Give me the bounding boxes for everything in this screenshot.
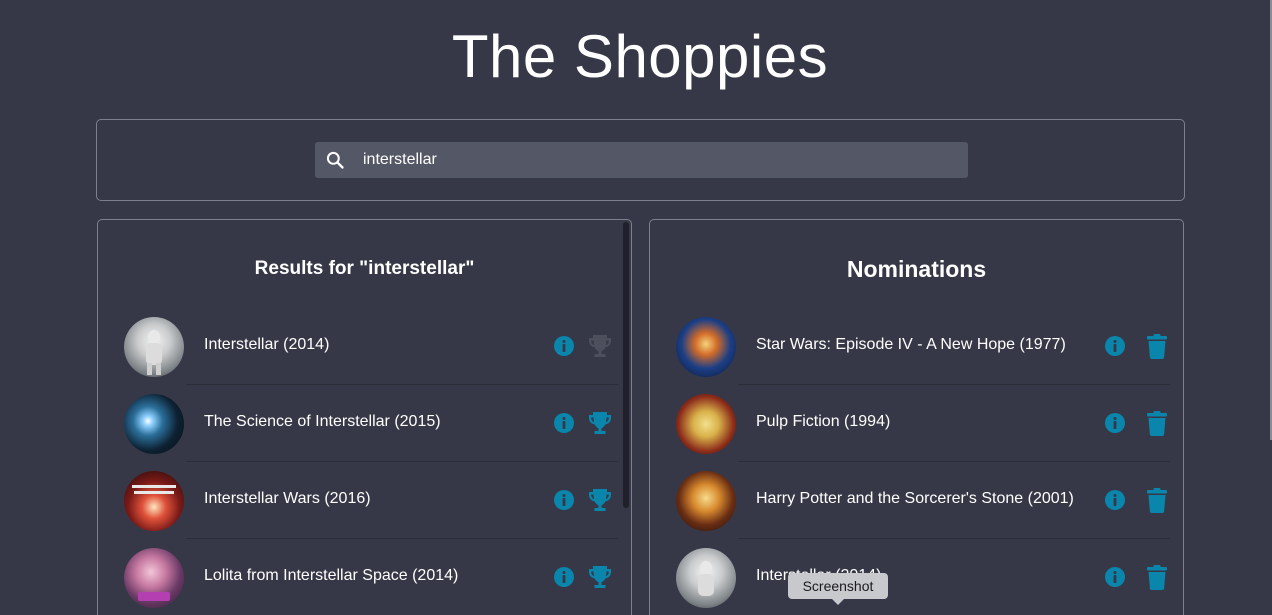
search-card xyxy=(96,119,1185,201)
nomination-title: Harry Potter and the Sorcerer's Stone (2… xyxy=(756,490,1074,507)
movie-poster xyxy=(676,548,736,608)
nomination-row: Star Wars: Episode IV - A New Hope (1977… xyxy=(650,308,1170,385)
nomination-title: Star Wars: Episode IV - A New Hope (1977… xyxy=(756,336,1066,353)
nominate-trophy-icon-disabled[interactable] xyxy=(586,332,614,360)
result-title: The Science of Interstellar (2015) xyxy=(204,413,441,430)
search-input[interactable] xyxy=(363,142,953,178)
info-icon[interactable] xyxy=(553,412,575,434)
info-icon[interactable] xyxy=(1104,335,1126,357)
result-row: The Science of Interstellar (2015) xyxy=(98,385,618,462)
nomination-title: Pulp Fiction (1994) xyxy=(756,413,891,430)
trash-icon[interactable] xyxy=(1143,563,1171,591)
tooltip-text: Screenshot xyxy=(802,578,874,594)
movie-poster xyxy=(124,317,184,377)
result-title: Interstellar (2014) xyxy=(204,336,330,353)
tooltip-arrow xyxy=(832,599,844,605)
trash-icon[interactable] xyxy=(1143,332,1171,360)
app-title: The Shoppies xyxy=(451,23,829,90)
screenshot-tooltip: Screenshot xyxy=(788,573,888,605)
info-icon[interactable] xyxy=(1104,489,1126,511)
results-title: Results for "interstellar" xyxy=(254,258,475,279)
search-bar[interactable] xyxy=(315,142,968,178)
trash-icon[interactable] xyxy=(1143,409,1171,437)
info-icon[interactable] xyxy=(1104,566,1126,588)
info-icon[interactable] xyxy=(553,566,575,588)
result-row: Interstellar Wars (2016) xyxy=(98,462,618,539)
nomination-row: Harry Potter and the Sorcerer's Stone (2… xyxy=(650,462,1170,539)
search-icon xyxy=(325,150,345,170)
info-icon[interactable] xyxy=(553,335,575,357)
nominate-trophy-icon[interactable] xyxy=(586,409,614,437)
result-row: Lolita from Interstellar Space (2014) xyxy=(98,539,618,615)
nominate-trophy-icon[interactable] xyxy=(586,486,614,514)
info-icon[interactable] xyxy=(553,489,575,511)
result-title: Lolita from Interstellar Space (2014) xyxy=(204,567,459,584)
nomination-row: Interstellar (2014) xyxy=(650,539,1170,615)
movie-poster xyxy=(676,317,736,377)
movie-poster xyxy=(124,394,184,454)
result-row: Interstellar (2014) xyxy=(98,308,618,385)
result-title: Interstellar Wars (2016) xyxy=(204,490,371,507)
nominations-title: Nominations xyxy=(846,256,987,282)
trash-icon[interactable] xyxy=(1143,486,1171,514)
movie-poster xyxy=(676,471,736,531)
movie-poster xyxy=(124,548,184,608)
nomination-row: Pulp Fiction (1994) xyxy=(650,385,1170,462)
info-icon[interactable] xyxy=(1104,412,1126,434)
results-panel: Results for "interstellar" Interstellar … xyxy=(97,219,632,615)
nominations-panel: Nominations Star Wars: Episode IV - A Ne… xyxy=(649,219,1184,615)
nominate-trophy-icon[interactable] xyxy=(586,563,614,591)
movie-poster xyxy=(124,471,184,531)
movie-poster xyxy=(676,394,736,454)
